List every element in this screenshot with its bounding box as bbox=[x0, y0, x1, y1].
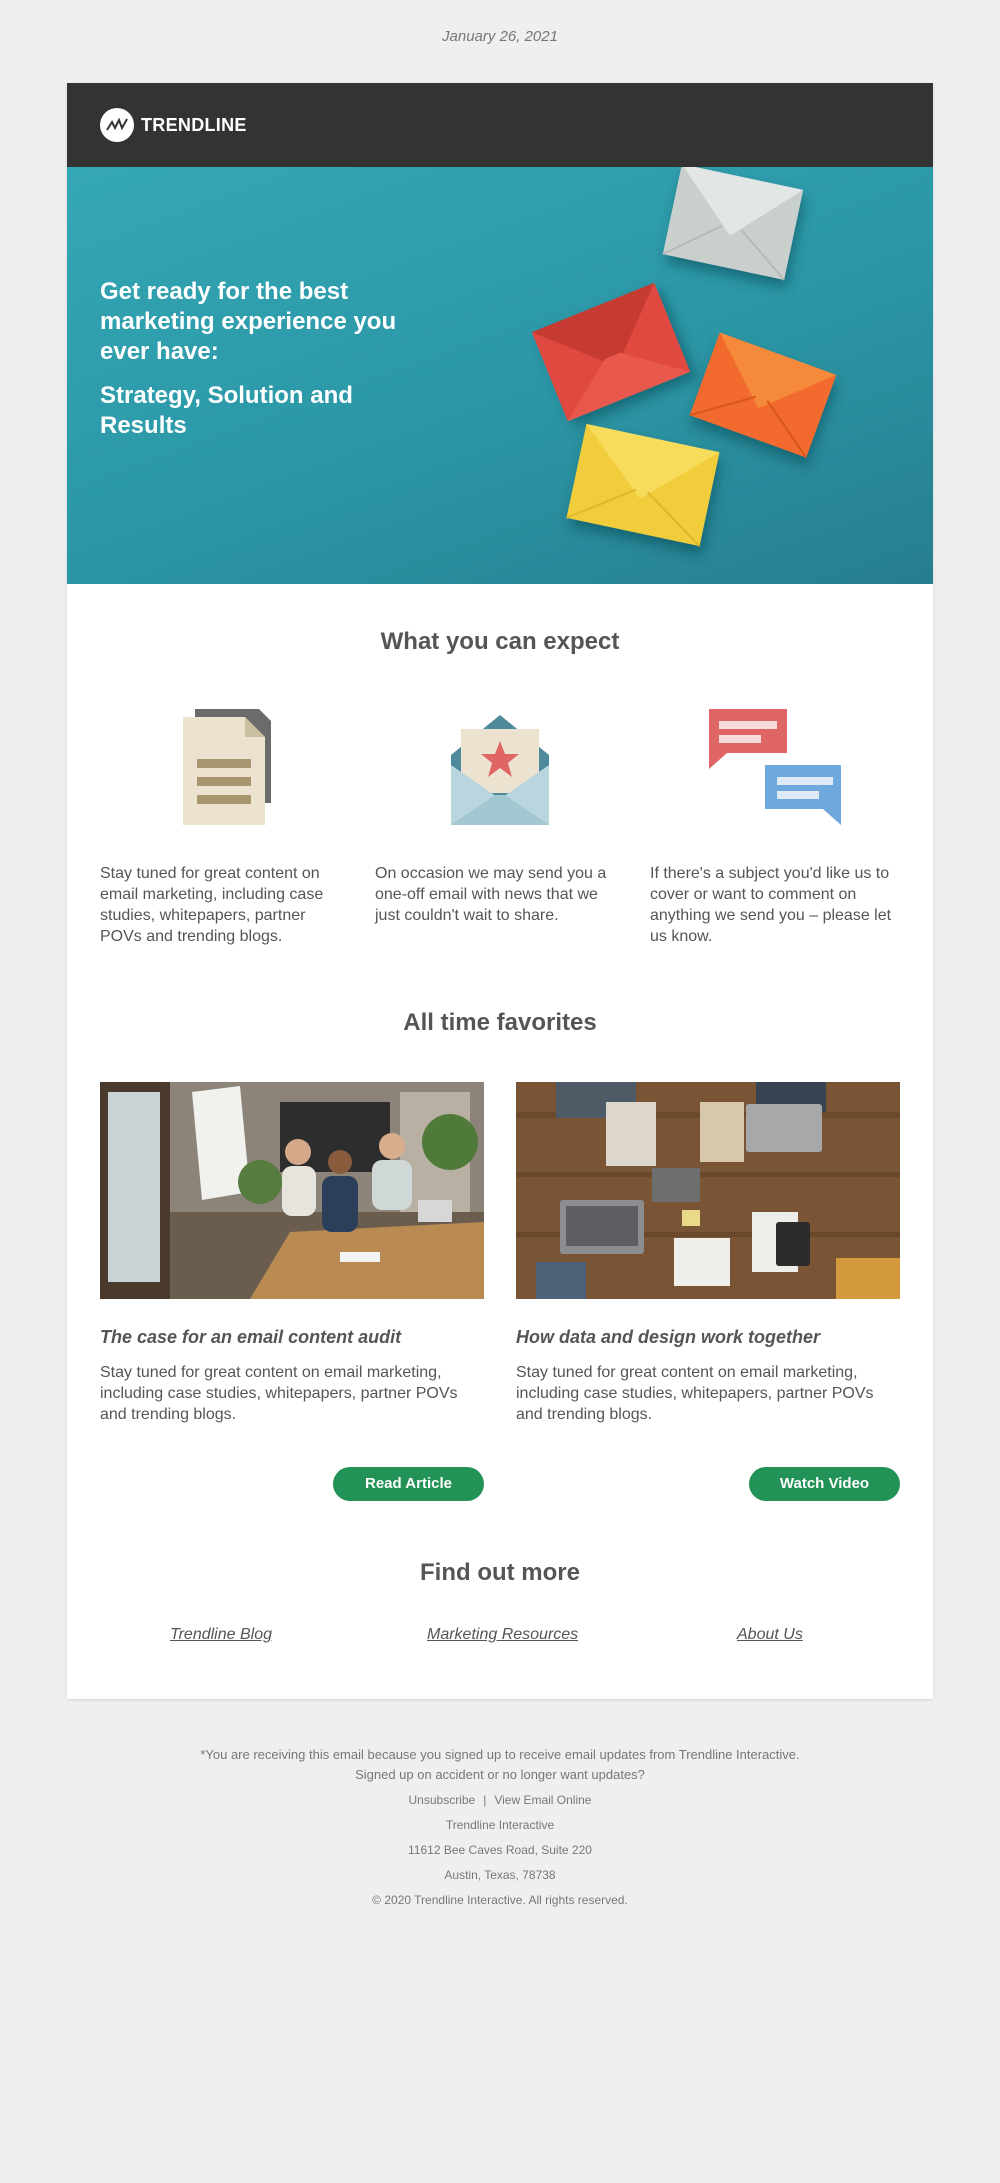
feature-text: If there's a subject you'd like us to co… bbox=[650, 865, 892, 945]
email-date: January 26, 2021 bbox=[442, 28, 558, 45]
office-meeting-photo[interactable] bbox=[100, 1082, 484, 1299]
footer-notice: *You are receiving this email because yo… bbox=[200, 1747, 800, 1762]
link-about-us[interactable]: About Us bbox=[737, 1626, 803, 1644]
hero-subheadline: Strategy, Solution and Results bbox=[100, 382, 353, 439]
footer-company: Trendline Interactive bbox=[445, 1818, 555, 1832]
section-title-favorites: All time favorites bbox=[403, 1009, 597, 1036]
section-title-find-more: Find out more bbox=[420, 1559, 580, 1586]
email-footer: *You are receiving this email because yo… bbox=[0, 1745, 1000, 1910]
footer-address-1: 11612 Bee Caves Road, Suite 220 bbox=[408, 1843, 592, 1857]
feature-item: If there's a subject you'd like us to co… bbox=[650, 703, 900, 947]
document-icon bbox=[183, 709, 271, 825]
link-trendline-blog[interactable]: Trendline Blog bbox=[170, 1626, 272, 1644]
article-card: The case for an email content audit Stay… bbox=[100, 1082, 484, 1425]
feature-text: On occasion we may send you a one-off em… bbox=[375, 865, 607, 924]
orange-envelope bbox=[689, 332, 837, 459]
brand-name: TRENDLINE bbox=[141, 114, 247, 135]
section-title-expect: What you can expect bbox=[380, 628, 620, 655]
article-card: How data and design work together Stay t… bbox=[516, 1082, 900, 1425]
brand-logo[interactable]: TRENDLINE bbox=[100, 108, 247, 142]
article-text: Stay tuned for great content on email ma… bbox=[516, 1364, 874, 1423]
watch-video-button[interactable]: Watch Video bbox=[749, 1467, 900, 1501]
envelopes-illustration bbox=[531, 167, 837, 547]
footer-notice-2: Signed up on accident or no longer want … bbox=[355, 1767, 645, 1782]
yellow-envelope bbox=[566, 423, 720, 547]
desk-collaboration-photo[interactable] bbox=[516, 1082, 900, 1299]
unsubscribe-link[interactable]: Unsubscribe bbox=[409, 1793, 476, 1807]
footer-separator: | bbox=[483, 1793, 487, 1807]
header-bar: TRENDLINE bbox=[67, 83, 933, 167]
trendline-logo-icon bbox=[100, 108, 134, 142]
feature-item: On occasion we may send you a one-off em… bbox=[375, 703, 625, 926]
gray-envelope bbox=[662, 167, 804, 281]
feature-text: Stay tuned for great content on email ma… bbox=[100, 865, 324, 945]
article-title[interactable]: How data and design work together bbox=[516, 1327, 900, 1348]
envelope-star-icon bbox=[451, 715, 549, 825]
feature-item: Stay tuned for great content on email ma… bbox=[100, 703, 350, 947]
view-online-link[interactable]: View Email Online bbox=[494, 1793, 591, 1807]
link-marketing-resources[interactable]: Marketing Resources bbox=[427, 1626, 578, 1644]
footer-copyright: © 2020 Trendline Interactive. All rights… bbox=[372, 1893, 628, 1907]
red-envelope bbox=[531, 282, 691, 422]
email-card: TRENDLINE Get ready for the best marketi… bbox=[67, 83, 933, 1699]
footer-address-2: Austin, Texas, 78738 bbox=[444, 1868, 556, 1882]
hero-headline: Get ready for the best marketing experie… bbox=[100, 278, 397, 365]
article-text: Stay tuned for great content on email ma… bbox=[100, 1364, 458, 1423]
chat-bubbles-icon bbox=[709, 709, 841, 825]
hero-banner: Get ready for the best marketing experie… bbox=[67, 167, 933, 584]
read-article-button[interactable]: Read Article bbox=[333, 1467, 484, 1501]
article-title[interactable]: The case for an email content audit bbox=[100, 1327, 484, 1348]
